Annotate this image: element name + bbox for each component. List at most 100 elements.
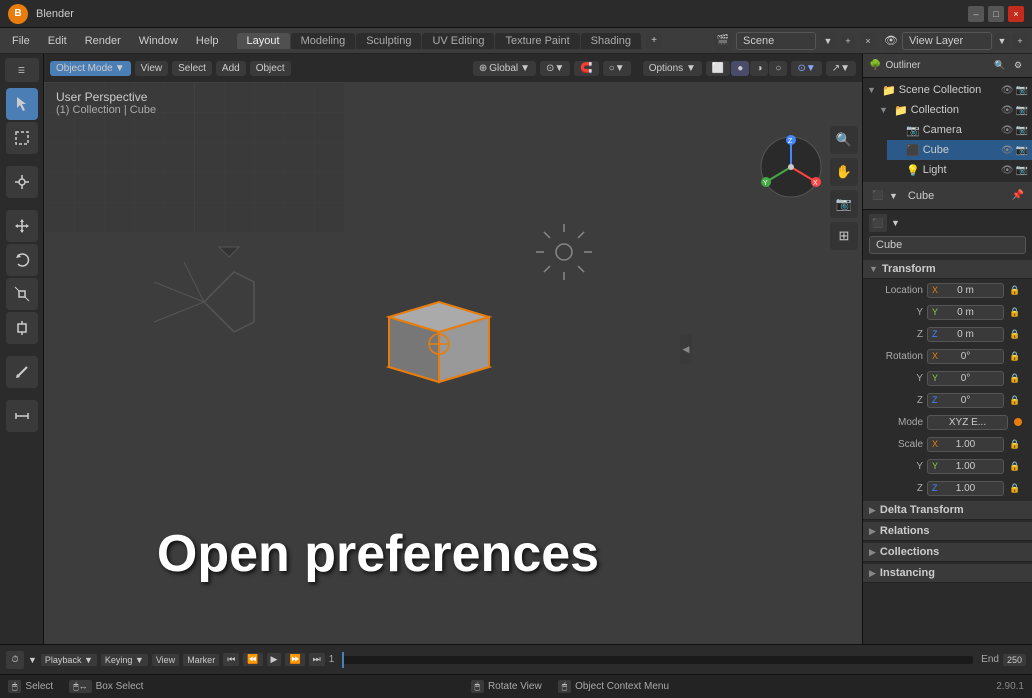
location-x-lock[interactable]: 🔒 xyxy=(1008,285,1022,296)
pivot-point-selector[interactable]: ⊙▼ xyxy=(540,61,570,76)
cube-render-icon[interactable]: 📷 xyxy=(1016,145,1028,156)
material-shading-btn[interactable]: ◑ xyxy=(750,61,768,76)
solid-shading-btn[interactable]: ● xyxy=(731,61,749,76)
play-btn[interactable]: ▶ xyxy=(267,653,282,666)
instancing-header[interactable]: ▶ Instancing xyxy=(863,564,1032,583)
view-layer-menu[interactable]: ▼ xyxy=(994,33,1010,49)
camera-view-btn[interactable]: 📷 xyxy=(830,190,858,218)
camera-render-icon[interactable]: 📷 xyxy=(1016,125,1028,136)
del-scene-button[interactable]: × xyxy=(860,33,876,49)
grab-pan-btn[interactable]: ✋ xyxy=(830,158,858,186)
viewport-select-menu[interactable]: Select xyxy=(172,61,212,76)
camera-eye-icon[interactable]: 👁 xyxy=(1001,125,1014,136)
location-x-value[interactable]: X 0 m xyxy=(927,283,1004,298)
jump-end-btn[interactable]: ⏭ xyxy=(309,653,325,666)
keying-menu[interactable]: Keying ▼ xyxy=(101,654,148,666)
select-tool[interactable] xyxy=(6,88,38,120)
menu-file[interactable]: File xyxy=(4,33,38,49)
rotation-mode-dot[interactable] xyxy=(1014,418,1022,426)
location-y-lock[interactable]: 🔒 xyxy=(1008,307,1022,318)
location-y-value[interactable]: Y 0 m xyxy=(927,305,1004,320)
menu-window[interactable]: Window xyxy=(131,33,186,49)
collection-render-icon[interactable]: 📷 xyxy=(1016,105,1028,116)
viewport-object-menu[interactable]: Object xyxy=(250,61,291,76)
maximize-button[interactable]: □ xyxy=(988,6,1004,22)
annotate-tool[interactable] xyxy=(6,356,38,388)
timeline-slider[interactable] xyxy=(342,656,973,664)
viewport-3d[interactable]: Object Mode ▼ View Select Add Object ⊕ G… xyxy=(44,54,862,644)
menu-edit[interactable]: Edit xyxy=(40,33,75,49)
move-tool[interactable] xyxy=(6,210,38,242)
cursor-tool[interactable] xyxy=(6,166,38,198)
scale-z-value[interactable]: Z 1.00 xyxy=(927,481,1004,496)
cube-item[interactable]: ▶ ⬛ Cube 👁 📷 xyxy=(887,140,1032,160)
rotation-y-lock[interactable]: 🔒 xyxy=(1008,373,1022,384)
collection-item[interactable]: ▼ 📁 Collection 👁 📷 xyxy=(875,100,1032,120)
transform-space-selector[interactable]: ⊕ Global ▼ xyxy=(473,61,536,76)
render-shading-btn[interactable]: ○ xyxy=(769,61,787,76)
rotation-z-lock[interactable]: 🔒 xyxy=(1008,395,1022,406)
tab-uv-editing[interactable]: UV Editing xyxy=(422,33,494,49)
proportional-edit[interactable]: ○▼ xyxy=(603,61,631,76)
scale-y-value[interactable]: Y 1.00 xyxy=(927,459,1004,474)
zoom-to-selected-btn[interactable]: 🔍 xyxy=(830,126,858,154)
rotation-x-lock[interactable]: 🔒 xyxy=(1008,351,1022,362)
visibility-icon[interactable]: 👁 xyxy=(1001,85,1014,96)
tab-texture-paint[interactable]: Texture Paint xyxy=(495,33,579,49)
location-z-lock[interactable]: 🔒 xyxy=(1008,329,1022,340)
viewport-add-menu[interactable]: Add xyxy=(216,61,246,76)
transform-section-header[interactable]: ▼ Transform xyxy=(863,260,1032,279)
measure-tool[interactable] xyxy=(6,400,38,432)
camera-item[interactable]: ▶ 📷 Camera 👁 📷 xyxy=(887,120,1032,140)
delta-transform-header[interactable]: ▶ Delta Transform xyxy=(863,501,1032,520)
new-view-layer-button[interactable]: + xyxy=(1012,33,1028,49)
outliner-filter-btn[interactable]: 🔍 xyxy=(992,58,1008,74)
options-btn[interactable]: Options ▼ xyxy=(643,61,702,76)
mode-selector[interactable]: ☰ xyxy=(5,58,39,82)
rotate-tool[interactable] xyxy=(6,244,38,276)
light-item[interactable]: ▶ 💡 Light 👁 📷 xyxy=(887,160,1032,180)
light-render-icon[interactable]: 📷 xyxy=(1016,165,1028,176)
toggle-quad-btn[interactable]: ⊞ xyxy=(830,222,858,250)
collections-header[interactable]: ▶ Collections xyxy=(863,543,1032,562)
tab-modeling[interactable]: Modeling xyxy=(291,33,356,49)
cube-eye-icon[interactable]: 👁 xyxy=(1001,145,1014,156)
scene-collection-item[interactable]: ▼ 📁 Scene Collection 👁 📷 xyxy=(863,80,1032,100)
tab-sculpting[interactable]: Sculpting xyxy=(356,33,421,49)
window-controls[interactable]: – □ × xyxy=(968,6,1024,22)
view-menu[interactable]: View xyxy=(152,654,179,666)
rotation-x-value[interactable]: X 0° xyxy=(927,349,1004,364)
rotation-mode-selector[interactable]: XYZ E... xyxy=(927,415,1008,430)
rotation-z-value[interactable]: Z 0° xyxy=(927,393,1004,408)
scale-tool[interactable] xyxy=(6,278,38,310)
location-z-value[interactable]: Z 0 m xyxy=(927,327,1004,342)
step-forward-btn[interactable]: ⏩ xyxy=(285,653,304,666)
canvas-area[interactable]: Z X Y 🔍 ✋ 📷 ⊞ xyxy=(44,82,862,644)
scene-menu-button[interactable]: ▼ xyxy=(820,33,836,49)
cube-object[interactable] xyxy=(374,282,474,382)
marker-menu[interactable]: Marker xyxy=(183,654,219,666)
wire-shading-btn[interactable]: ⬜ xyxy=(706,61,730,76)
menu-help[interactable]: Help xyxy=(188,33,227,49)
minimize-button[interactable]: – xyxy=(968,6,984,22)
step-back-btn[interactable]: ⏪ xyxy=(243,653,262,666)
object-mode-selector[interactable]: Object Mode ▼ xyxy=(50,61,131,76)
new-scene-button[interactable]: + xyxy=(840,33,856,49)
prop-pin-btn[interactable]: 📌 xyxy=(1010,188,1026,204)
select-box-tool[interactable] xyxy=(6,122,38,154)
scale-y-lock[interactable]: 🔒 xyxy=(1008,461,1022,472)
relations-header[interactable]: ▶ Relations xyxy=(863,522,1032,541)
outliner-options-btn[interactable]: ⚙ xyxy=(1010,58,1026,74)
tab-layout[interactable]: Layout xyxy=(237,33,290,49)
collection-visibility-icon[interactable]: 👁 xyxy=(1001,105,1014,116)
light-eye-icon[interactable]: 👁 xyxy=(1001,165,1014,176)
tab-shading[interactable]: Shading xyxy=(581,33,641,49)
rotation-y-value[interactable]: Y 0° xyxy=(927,371,1004,386)
playback-menu[interactable]: Playback ▼ xyxy=(41,654,97,666)
panel-collapse-arrow[interactable]: ◀ xyxy=(680,334,692,364)
scale-x-value[interactable]: X 1.00 xyxy=(927,437,1004,452)
scale-x-lock[interactable]: 🔒 xyxy=(1008,439,1022,450)
close-button[interactable]: × xyxy=(1008,6,1024,22)
gizmo-btn[interactable]: ↗▼ xyxy=(826,61,856,76)
menu-render[interactable]: Render xyxy=(77,33,129,49)
